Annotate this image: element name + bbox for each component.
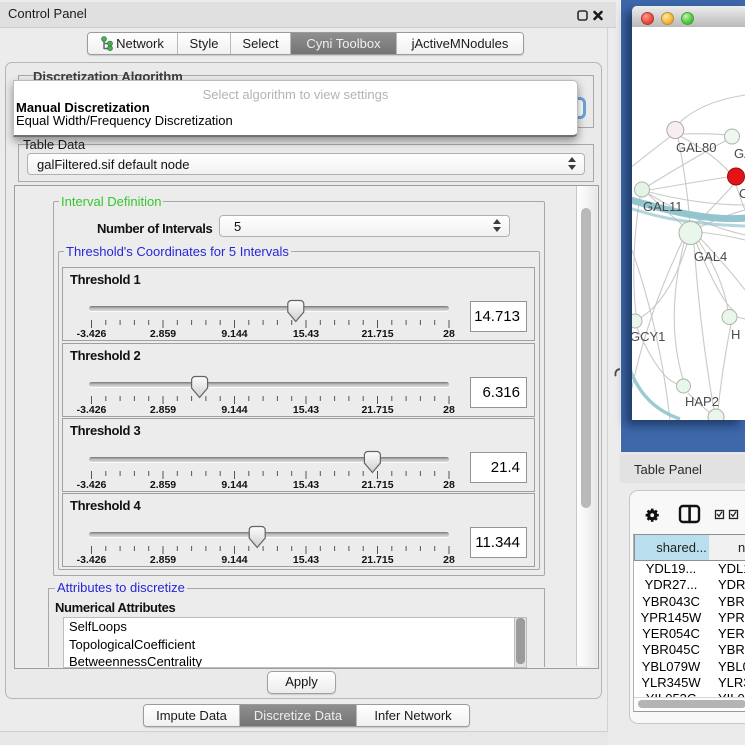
svg-text:HAP2: HAP2: [685, 394, 719, 409]
svg-text:GA: GA: [734, 146, 745, 161]
svg-text:GAL80: GAL80: [676, 140, 716, 155]
svg-text:GAL11: GAL11: [643, 199, 683, 214]
svg-text:H: H: [731, 327, 740, 342]
svg-text:GCY1: GCY1: [632, 329, 665, 344]
svg-text:C: C: [739, 186, 745, 201]
svg-text:GAL4: GAL4: [694, 249, 727, 264]
